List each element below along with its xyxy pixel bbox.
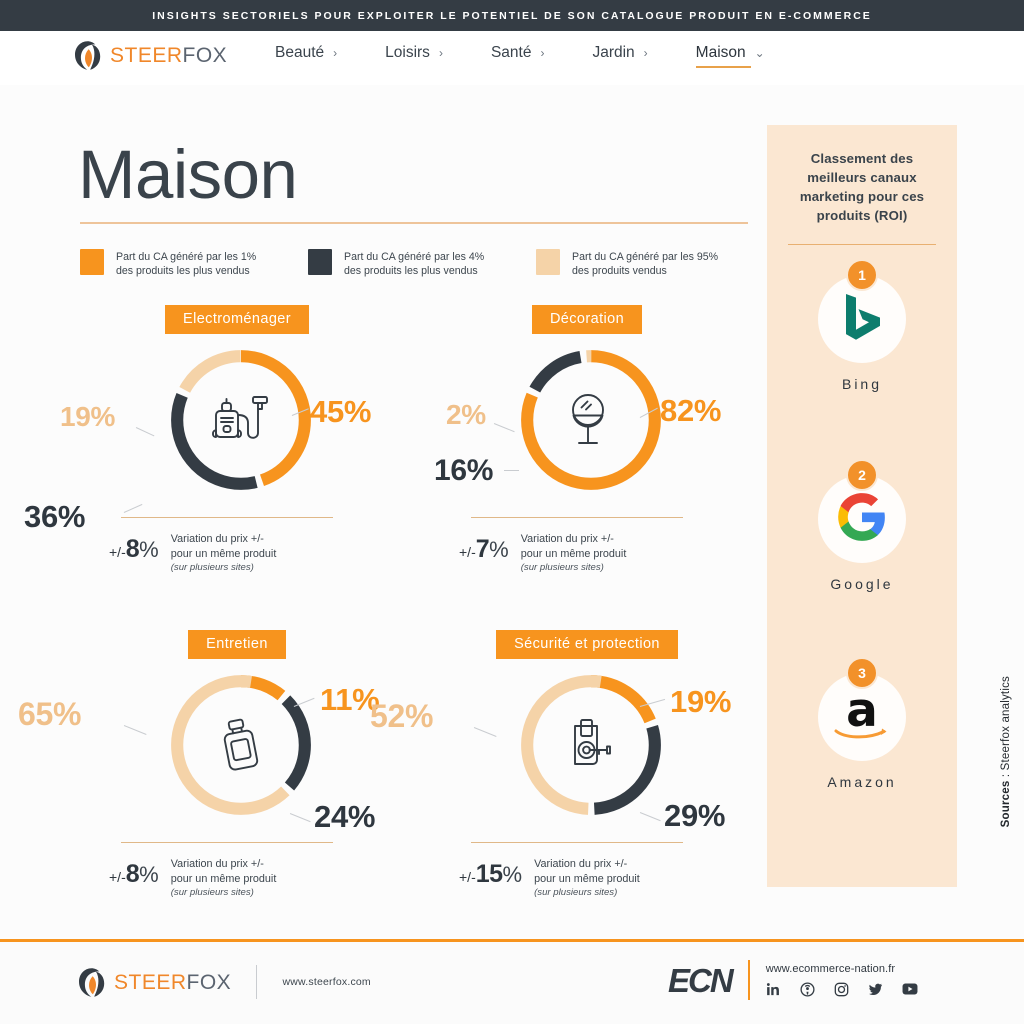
variation-divider: [121, 842, 333, 844]
footer-ecn-block[interactable]: ECN www.ecommerce-nation.fr: [668, 960, 918, 1000]
donut-area: 19% 29% 52%: [370, 674, 762, 859]
bing-logo-icon: [841, 291, 883, 348]
sources-text: : Steerfox analytics: [1000, 676, 1012, 781]
twitter-icon[interactable]: [868, 981, 884, 997]
slice-label-82: 82%: [660, 393, 722, 428]
chart-title-badge: Electroménager: [165, 305, 309, 334]
price-variation-block: +/-8% Variation du prix +/- pour un même …: [107, 517, 369, 574]
slice-label-16: 16%: [434, 454, 494, 487]
slice-label-2: 2%: [446, 399, 486, 430]
roi-rank-label: Google: [830, 576, 894, 592]
youtube-icon[interactable]: [902, 981, 918, 997]
donut-area: 45% 36% 19%: [24, 349, 412, 534]
google-logo-icon: [836, 491, 888, 548]
amazon-logo-icon: a: [832, 687, 892, 743]
roi-logo-circle: 3 a: [818, 657, 906, 761]
chart-card-decoration: Décoration 82% 16% 2% +/-7% Variation du…: [412, 305, 762, 573]
variation-value: +/-8%: [109, 535, 159, 564]
variation-value: +/-15%: [459, 860, 523, 889]
roi-rank-label: Bing: [841, 376, 883, 392]
slice-label-52: 52%: [370, 698, 434, 734]
leader-line: [504, 470, 519, 472]
chart-card-entretien: Entretien 11% 24% 65% +/-8% Variation du…: [18, 630, 412, 898]
ecn-url[interactable]: www.ecommerce-nation.fr: [766, 963, 918, 975]
rank-number-badge: 2: [846, 459, 878, 491]
roi-rank-amazon[interactable]: 3 a Amazon: [767, 657, 957, 790]
leader-line: [135, 427, 155, 437]
roi-rank-label: Amazon: [827, 774, 897, 790]
variation-divider: [471, 842, 683, 844]
variation-value: +/-8%: [109, 860, 159, 889]
leader-line: [473, 727, 497, 738]
chart-title-badge: Sécurité et protection: [496, 630, 678, 659]
donut-area: 11% 24% 65%: [18, 674, 412, 859]
roi-rank-bing[interactable]: 1 Bing: [767, 259, 957, 392]
leader-line: [123, 503, 143, 514]
instagram-icon[interactable]: [834, 981, 850, 997]
chart-title-badge: Entretien: [188, 630, 286, 659]
cleaning-bottle-icon: [165, 669, 317, 821]
price-variation-block: +/-15% Variation du prix +/- pour un même…: [457, 842, 719, 899]
roi-panel-divider: [788, 243, 936, 246]
slice-label-29: 29%: [664, 798, 726, 833]
slice-label-19: 19%: [670, 684, 732, 719]
variation-description: Variation du prix +/- pour un même produi…: [170, 858, 277, 898]
variation-divider: [471, 517, 683, 519]
brand-steer-text: STEER: [114, 970, 187, 994]
slice-label-19: 19%: [60, 401, 116, 432]
roi-logo-circle: 2: [818, 459, 906, 563]
leader-line: [123, 725, 147, 736]
variation-description: Variation du prix +/- pour un même produi…: [520, 533, 627, 573]
price-variation-block: +/-8% Variation du prix +/- pour un même …: [107, 842, 369, 899]
infographic-page: INSIGHTS SECTORIELS POUR EXPLOITER LE PO…: [0, 0, 1024, 1024]
variation-value: +/-7%: [459, 535, 509, 564]
steerfox-mark-icon: [76, 967, 107, 998]
variation-description: Variation du prix +/- pour un même produi…: [170, 533, 277, 573]
leader-line: [493, 423, 515, 433]
vacuum-cleaner-icon: [165, 344, 317, 496]
ecn-logo: ECN: [668, 961, 734, 999]
donut-area: 82% 16% 2%: [412, 349, 762, 534]
sources-note: Sources : Steerfox analytics: [1000, 676, 1022, 827]
ecn-divider: [747, 960, 750, 1000]
roi-rank-google[interactable]: 2 Google: [767, 459, 957, 592]
chart-title-badge: Décoration: [531, 305, 643, 334]
variation-divider: [121, 517, 333, 519]
steerfox-url[interactable]: www.steerfox.com: [282, 976, 370, 988]
chart-card-securite: Sécurité et protection 19% 29% 52% +/-15…: [370, 630, 762, 898]
footer-steerfox-block[interactable]: STEERFOX www.steerfox.com: [76, 965, 371, 999]
door-lock-icon: [515, 669, 667, 821]
slice-label-65: 65%: [18, 696, 82, 732]
brand-fox-text: FOX: [186, 970, 232, 994]
roi-panel-title: Classement des meilleurs canaux marketin…: [799, 151, 925, 224]
rank-number-badge: 1: [846, 259, 878, 291]
sources-label: Sources: [1000, 780, 1012, 828]
steerfox-wordmark: STEERFOX: [114, 972, 231, 993]
linkedin-icon[interactable]: [766, 981, 782, 997]
footer-divider: [256, 965, 258, 999]
podcast-icon[interactable]: [800, 981, 816, 997]
price-variation-block: +/-7% Variation du prix +/- pour un même …: [457, 517, 719, 574]
roi-logo-circle: 1: [818, 259, 906, 363]
vanity-mirror-icon: [515, 344, 667, 496]
chart-card-electromenager: Electroménager 45% 36% 19% +/-8% Variati…: [24, 305, 412, 573]
charts-grid: Electroménager 45% 36% 19% +/-8% Variati…: [0, 0, 762, 898]
slice-label-45: 45%: [310, 394, 372, 429]
slice-label-24: 24%: [314, 799, 376, 834]
variation-description: Variation du prix +/- pour un même produi…: [534, 858, 640, 898]
roi-ranking-panel: Classement des meilleurs canaux marketin…: [767, 125, 957, 887]
slice-label-36: 36%: [24, 499, 86, 534]
social-links: [766, 981, 918, 997]
